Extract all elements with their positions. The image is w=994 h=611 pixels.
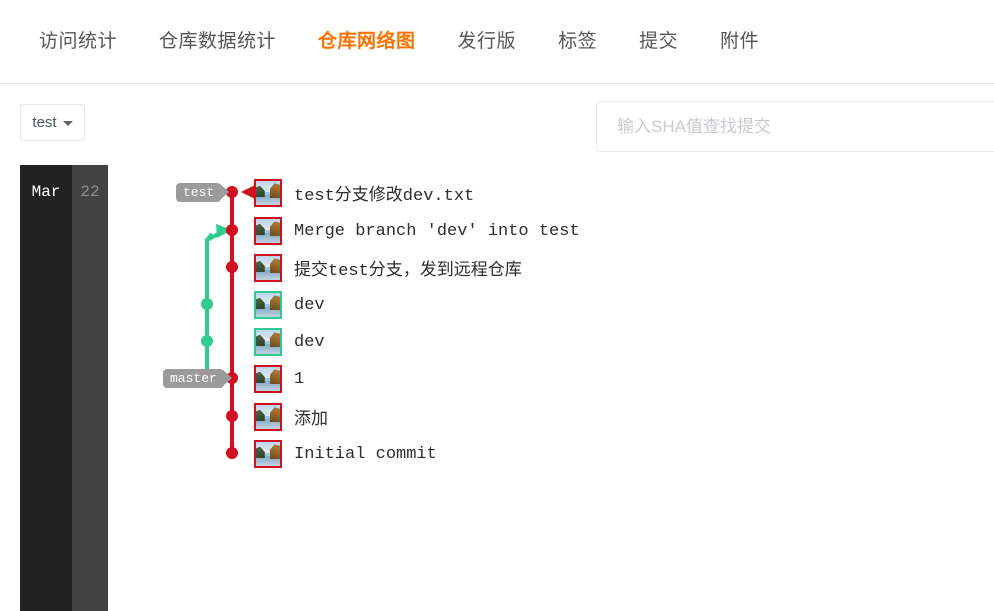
- commit-row[interactable]: 提交test分支，发到远程仓库: [254, 253, 522, 283]
- avatar: [254, 365, 282, 393]
- commit-message: Merge branch 'dev' into test: [294, 221, 580, 241]
- commit-message: 提交test分支，发到远程仓库: [294, 262, 522, 281]
- avatar: [254, 179, 282, 207]
- avatar: [254, 328, 282, 356]
- avatar: [254, 217, 282, 245]
- commit-row[interactable]: 添加: [254, 402, 328, 432]
- commit-row[interactable]: Merge branch 'dev' into test: [254, 216, 580, 246]
- commit-message: 1: [294, 369, 305, 389]
- commit-row[interactable]: test分支修改dev.txt: [254, 178, 474, 208]
- commit-list: test分支修改dev.txt Merge branch 'dev' into …: [0, 0, 994, 611]
- commit-message: 添加: [294, 411, 328, 430]
- commit-row[interactable]: dev: [254, 290, 325, 320]
- avatar: [254, 291, 282, 319]
- commit-message: dev: [294, 332, 325, 352]
- commit-row[interactable]: dev: [254, 327, 325, 357]
- avatar: [254, 254, 282, 282]
- avatar: [254, 403, 282, 431]
- commit-row[interactable]: 1: [254, 364, 304, 394]
- avatar: [254, 440, 282, 468]
- commit-message: test分支修改dev.txt: [294, 187, 475, 206]
- commit-message: dev: [294, 295, 325, 315]
- commit-message: Initial commit: [294, 444, 437, 464]
- commit-row[interactable]: Initial commit: [254, 439, 437, 469]
